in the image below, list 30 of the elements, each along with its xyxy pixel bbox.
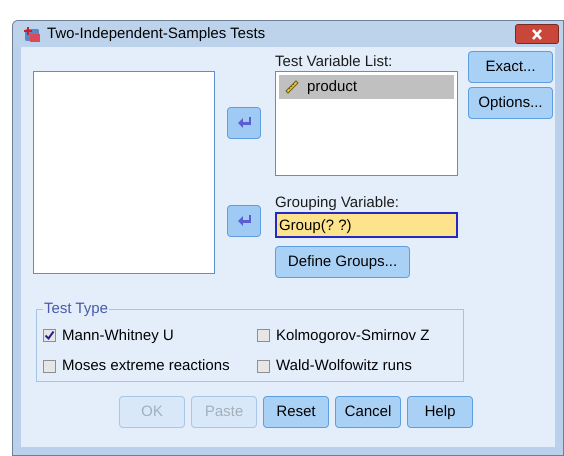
app-icon [23,26,41,42]
test-variable-list[interactable]: product [275,71,458,176]
checkbox[interactable] [43,360,56,373]
move-arrow-button[interactable] [227,107,261,139]
test-variable-label: Test Variable List: [275,53,394,71]
dialog-button[interactable]: Help [407,396,473,428]
option-label: Moses extreme reactions [62,356,230,376]
window-title: Two-Independent-Samples Tests [47,24,266,44]
define-groups-button[interactable]: Define Groups... [275,246,410,278]
option-label: Kolmogorov-Smirnov Z [276,326,430,346]
dialog-button[interactable]: Reset [263,396,329,428]
move-arrow-button[interactable] [227,205,261,237]
variable-list[interactable] [33,71,215,274]
checkbox[interactable] [43,329,56,342]
dialog-button[interactable]: Exact... [468,51,553,83]
checkbox[interactable] [257,360,270,373]
arrow-icon [237,117,251,129]
ruler-icon [283,78,301,96]
grouping-variable-field[interactable]: Group(? ?) [275,212,458,238]
variable-item[interactable]: product [279,75,454,99]
option-label: Wald-Wolfowitz runs [276,356,412,376]
close-button[interactable] [515,24,559,44]
grouping-variable-label: Grouping Variable: [275,194,400,212]
option-label: Mann-Whitney U [62,326,174,346]
dialog-button[interactable]: Options... [468,87,553,119]
group-title: Test Type [43,299,109,319]
arrow-icon [237,215,251,227]
checkbox[interactable] [257,329,270,342]
dialog-button[interactable]: Cancel [335,396,401,428]
close-icon [531,28,543,40]
